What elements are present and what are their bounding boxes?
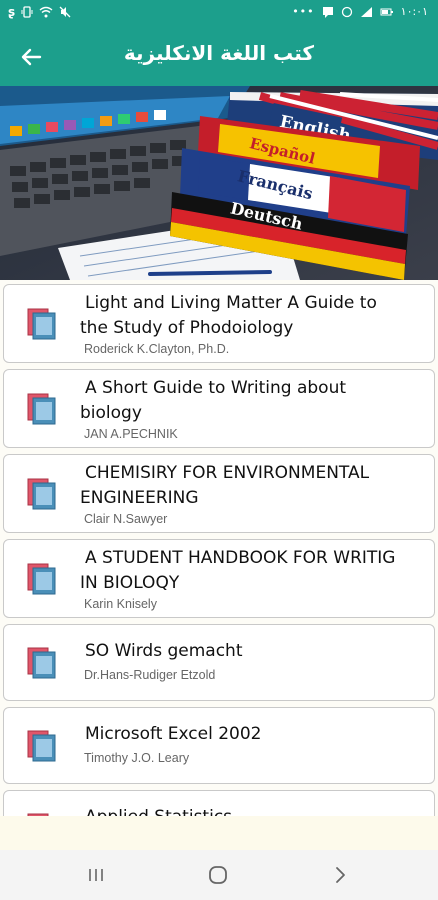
status-time: ١٠:٠١	[400, 5, 428, 18]
list-item[interactable]: A STUDENT HANDBOOK FOR WRITIG IN BIOLOQY …	[3, 539, 435, 618]
book-title-line1: SO Wirds gemacht	[85, 641, 243, 661]
book-icon	[27, 647, 56, 679]
vibrate-icon	[21, 6, 33, 18]
status-bar: ʂ ••• ١٠:٠١	[0, 0, 438, 28]
list-item[interactable]: A Short Guide to Writing about biology JA…	[3, 369, 435, 448]
system-nav-bar	[0, 850, 438, 900]
book-title-line1: CHEMISIRY FOR ENVIRONMENTAL	[85, 463, 370, 483]
recents-button[interactable]	[76, 862, 116, 888]
book-title: Microsoft Excel 2002	[80, 722, 428, 747]
message-icon	[322, 6, 333, 18]
whatsapp-icon	[341, 6, 352, 17]
book-title-line1: A Short Guide to Writing about	[85, 378, 347, 398]
battery-saver-icon: ʂ	[8, 5, 16, 19]
book-title: Light and Living Matter A Guide to the St…	[80, 291, 428, 341]
wifi-icon	[39, 6, 53, 18]
list-item[interactable]: Microsoft Excel 2002 Timothy J.O. Leary	[3, 707, 435, 784]
book-title: A Short Guide to Writing about biology	[80, 376, 428, 426]
book-title: A STUDENT HANDBOOK FOR WRITIG IN BIOLOQY	[80, 546, 428, 596]
list-item[interactable]: Applied Statistics	[3, 790, 435, 816]
book-author: Roderick K.Clayton, Ph.D.	[84, 342, 230, 356]
list-item[interactable]: CHEMISIRY FOR ENVIRONMENTAL ENGINEERING C…	[3, 454, 435, 533]
book-title-line1: Light and Living Matter A Guide to	[85, 293, 377, 313]
book-author: Karin Knisely	[84, 597, 157, 611]
book-title-line1: Applied Statistics	[80, 805, 428, 816]
chevron-right-icon	[336, 867, 345, 883]
book-author: Dr.Hans-Rudiger Etzold	[84, 668, 216, 682]
book-title: SO Wirds gemacht	[80, 639, 428, 664]
book-title: Applied Statistics	[80, 805, 428, 816]
book-title-line1: A STUDENT HANDBOOK FOR WRITIG	[85, 548, 396, 568]
book-author: JAN A.PECHNIK	[84, 427, 178, 441]
book-author: Timothy J.O. Leary	[84, 751, 190, 765]
book-author: Clair N.Sawyer	[84, 512, 168, 526]
book-icon	[27, 308, 56, 340]
list-item[interactable]: SO Wirds gemacht Dr.Hans-Rudiger Etzold	[3, 624, 435, 701]
book-list: Light and Living Matter A Guide to the St…	[0, 280, 438, 816]
arrow-left-icon	[21, 48, 42, 66]
signal-icon	[360, 6, 372, 17]
book-title-line1: Microsoft Excel 2002	[85, 724, 262, 744]
book-title-line2: biology	[80, 403, 142, 423]
page-title: كتب اللغة الانكليزية	[123, 41, 314, 65]
book-icon	[27, 563, 56, 595]
battery-icon	[380, 8, 393, 15]
status-icons-left: ʂ	[8, 5, 71, 19]
system-back-button[interactable]	[320, 862, 360, 888]
ad-placeholder-strip	[0, 816, 438, 850]
overflow-dots: •••	[292, 5, 315, 18]
home-button[interactable]	[198, 862, 238, 888]
back-button[interactable]	[16, 42, 46, 72]
book-icon	[27, 393, 56, 425]
books-laptop-illustration: English Español Français Deutsch	[0, 86, 438, 280]
book-title-line2: IN BIOLOQY	[80, 573, 180, 593]
list-item[interactable]: Light and Living Matter A Guide to the St…	[3, 284, 435, 363]
book-title: CHEMISIRY FOR ENVIRONMENTAL ENGINEERING	[80, 461, 428, 511]
app-bar: كتب اللغة الانكليزية	[0, 28, 438, 86]
banner-image: English Español Français Deutsch	[0, 86, 438, 280]
recents-icon	[89, 869, 103, 881]
book-title-line2: ENGINEERING	[80, 488, 199, 508]
status-icons-right: ••• ١٠:٠١	[292, 5, 428, 18]
book-icon	[27, 478, 56, 510]
mute-icon	[59, 6, 71, 18]
book-icon	[27, 730, 56, 762]
book-title-line2: the Study of Phodoiology	[80, 318, 294, 338]
home-icon	[209, 866, 227, 884]
